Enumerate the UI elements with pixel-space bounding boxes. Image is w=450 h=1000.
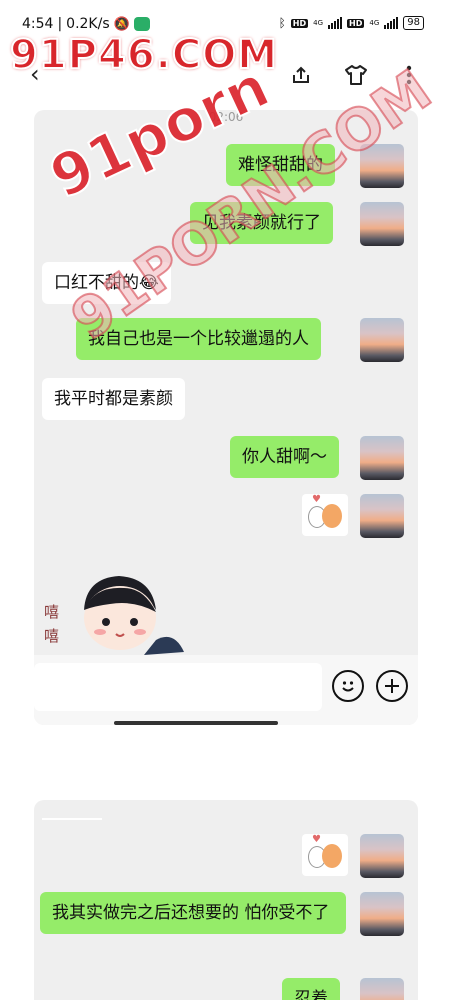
plus-icon[interactable] <box>376 670 408 702</box>
avatar-self <box>360 436 404 480</box>
status-left: 4:54 | 0.2K/s 🔕 <box>22 16 150 32</box>
status-right: ᛒ HD 4G HD 4G 98 <box>279 16 424 30</box>
avatar-self <box>360 318 404 362</box>
heart-icon: ♥ <box>312 494 321 505</box>
bear-sticker[interactable]: ♥ <box>302 834 348 876</box>
message-input[interactable] <box>34 663 322 711</box>
bluetooth-icon: ᛒ <box>278 16 286 30</box>
avatar-self <box>360 892 404 936</box>
signal-icon-1 <box>328 17 343 29</box>
screen: 4:54 | 0.2K/s 🔕 ᛒ HD 4G HD 4G 98 ‹ 02:06… <box>0 0 450 1000</box>
avatar-self <box>360 834 404 878</box>
hd-badge-1: HD <box>290 18 309 28</box>
avatar-self <box>360 494 404 538</box>
hd-badge-2: HD <box>347 18 365 28</box>
bear-sticker[interactable]: ♥ <box>302 494 348 536</box>
heart-icon: ♥ <box>312 834 321 845</box>
message-bubble-sent[interactable]: 忍着 <box>282 978 340 1000</box>
message-bubble-sent[interactable]: 我其实做完之后还想要的 怕你受不了 <box>40 892 346 934</box>
signal-icon-2 <box>384 17 399 29</box>
boy-face-icon <box>84 576 184 655</box>
message-bubble-sent[interactable]: 你人甜啊～ <box>230 436 339 478</box>
sticker-text: 嘻嘻 <box>44 603 60 645</box>
mute-icon: 🔕 <box>113 16 130 32</box>
shirt-icon[interactable] <box>343 62 369 88</box>
net-label-2: 4G <box>369 19 380 27</box>
home-indicator <box>114 721 278 725</box>
message-composer <box>34 655 418 725</box>
share-icon[interactable] <box>288 62 314 88</box>
status-speed: 0.2K/s <box>66 16 110 32</box>
message-bubble-received[interactable]: 我平时都是素颜 <box>42 378 185 420</box>
chat-screenshot-2: ♥ 我其实做完之后还想要的 怕你受不了 忍着 <box>34 800 418 1000</box>
battery-indicator: 98 <box>403 16 424 30</box>
avatar-self <box>360 978 404 1000</box>
net-label-1: 4G <box>313 19 324 27</box>
avatar-self <box>360 202 404 246</box>
emoji-icon[interactable] <box>332 670 364 702</box>
status-time: 4:54 <box>22 16 54 32</box>
boy-sticker[interactable]: 嘻嘻 <box>44 570 184 655</box>
timestamp-placeholder <box>42 818 102 820</box>
wechat-notification-icon <box>133 17 150 31</box>
